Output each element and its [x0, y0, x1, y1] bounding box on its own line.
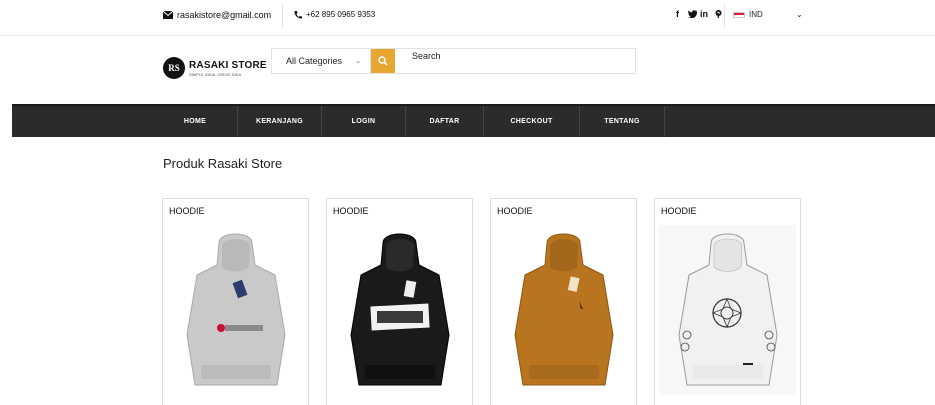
- logo-tagline: SIMPLE IDEAL GREAT IDEA: [189, 71, 242, 77]
- section-title: Produk Rasaki Store: [163, 156, 283, 171]
- pinterest-icon[interactable]: [715, 10, 722, 18]
- divider: [724, 4, 725, 28]
- product-card[interactable]: HOODIE: [490, 198, 637, 405]
- chevron-down-icon: ⌄: [355, 58, 361, 65]
- product-category: HOODIE: [661, 206, 697, 216]
- nav-label: TENTANG: [604, 118, 640, 125]
- divider: [0, 35, 935, 36]
- product-image[interactable]: [167, 225, 304, 395]
- product-card[interactable]: HOODIE: [162, 198, 309, 405]
- search-icon: [378, 56, 388, 66]
- phone-text: +62 895 0965 9353: [306, 10, 376, 19]
- search-bar: All Categories ⌄: [271, 48, 636, 74]
- phone-icon: [294, 10, 302, 19]
- product-image[interactable]: [495, 225, 632, 395]
- facebook-icon[interactable]: f: [676, 9, 679, 19]
- chevron-down-icon[interactable]: ⌄: [796, 10, 803, 19]
- envelope-icon: [163, 11, 173, 19]
- top-bar: rasakistore@gmail.com +62 895 0965 9353 …: [0, 0, 935, 35]
- product-card[interactable]: HOODIE: [326, 198, 473, 405]
- nav-label: CHECKOUT: [510, 118, 553, 125]
- product-card[interactable]: HOODIE: [654, 198, 801, 405]
- phone-contact[interactable]: +62 895 0965 9353: [294, 10, 375, 19]
- nav-item-tentang[interactable]: TENTANG: [579, 106, 665, 137]
- nav-item-checkout[interactable]: CHECKOUT: [483, 106, 579, 137]
- category-select-value: All Categories: [286, 56, 343, 66]
- email-text: rasakistore@gmail.com: [177, 10, 272, 20]
- indonesia-flag-icon: [733, 11, 745, 18]
- language-selector[interactable]: IND: [733, 10, 763, 19]
- product-image[interactable]: [331, 225, 468, 395]
- email-contact[interactable]: rasakistore@gmail.com: [163, 10, 271, 20]
- nav-item-login[interactable]: LOGIN: [321, 106, 405, 137]
- search-input[interactable]: [412, 49, 612, 63]
- language-label: IND: [749, 10, 763, 19]
- product-category: HOODIE: [333, 206, 369, 216]
- product-image[interactable]: [659, 225, 796, 395]
- twitter-icon[interactable]: [688, 10, 697, 18]
- logo-badge: RS: [163, 57, 185, 79]
- category-select[interactable]: All Categories ⌄: [272, 49, 371, 73]
- nav-item-home[interactable]: HOME: [153, 106, 237, 137]
- product-category: HOODIE: [497, 206, 533, 216]
- nav-label: HOME: [183, 118, 207, 125]
- store-logo[interactable]: RS RASAKI STORE SIMPLE IDEAL GREAT IDEA: [163, 57, 267, 79]
- logo-name: RASAKI STORE: [189, 59, 267, 71]
- nav-label: KERANJANG: [255, 118, 304, 125]
- nav-label: DAFTAR: [429, 118, 460, 125]
- main-nav: HOME KERANJANG LOGIN DAFTAR CHECKOUT TEN…: [12, 104, 935, 137]
- nav-item-keranjang[interactable]: KERANJANG: [237, 106, 321, 137]
- nav-label: LOGIN: [351, 118, 376, 125]
- search-button[interactable]: [371, 49, 395, 73]
- divider: [282, 4, 283, 28]
- linkedin-icon[interactable]: in: [700, 9, 708, 19]
- product-category: HOODIE: [169, 206, 205, 216]
- nav-item-daftar[interactable]: DAFTAR: [405, 106, 483, 137]
